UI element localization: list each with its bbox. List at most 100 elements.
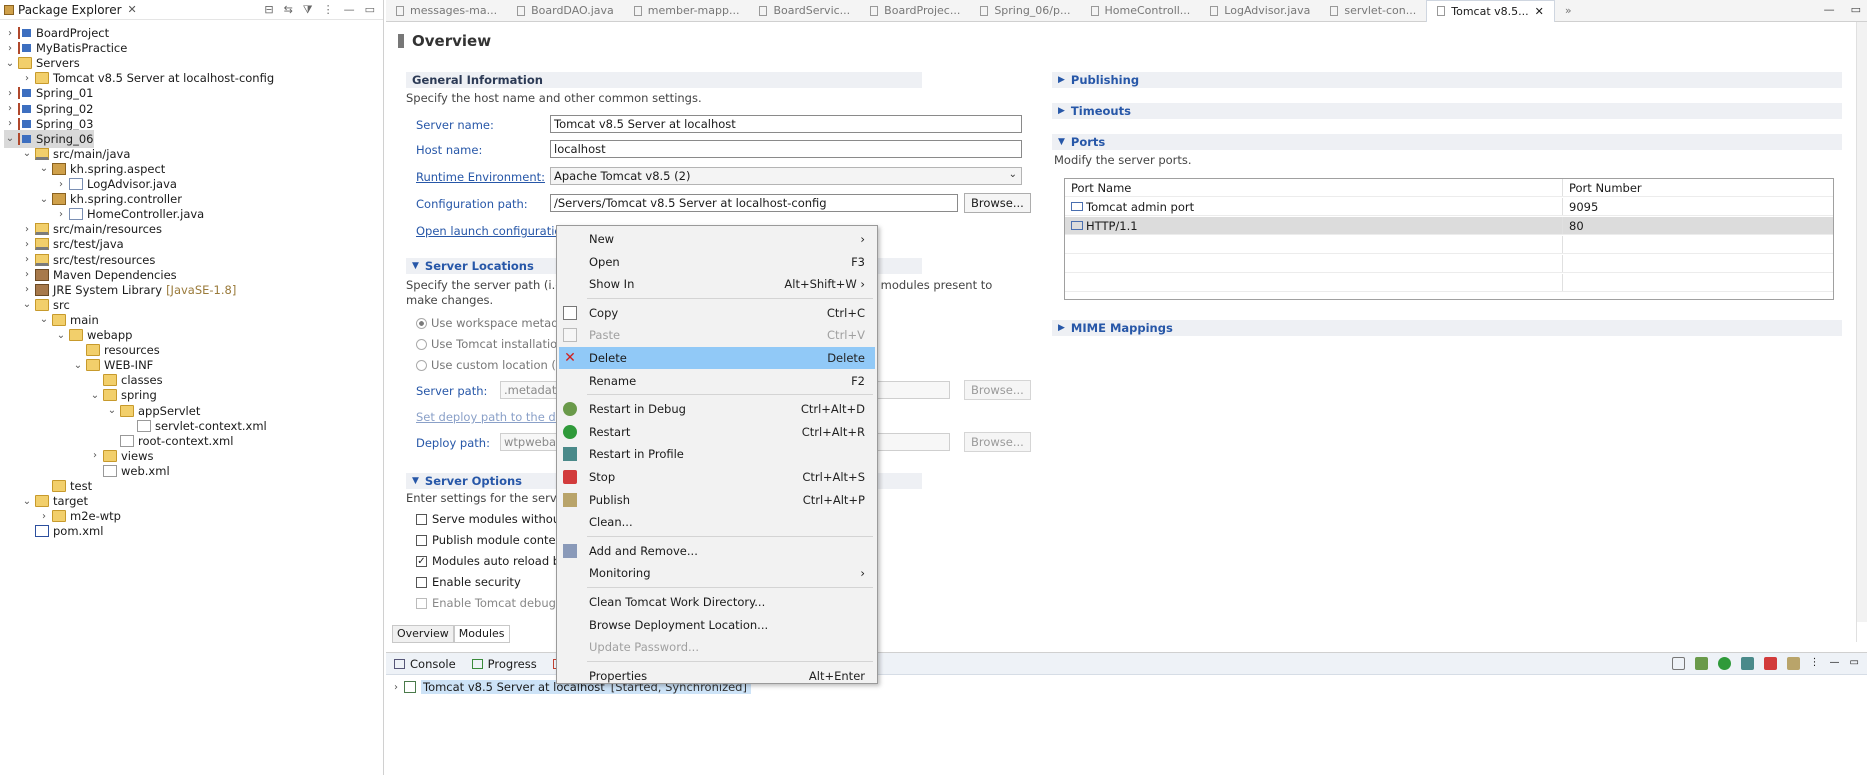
minimize-icon[interactable]: — xyxy=(344,3,355,17)
minimize-icon[interactable]: — xyxy=(1830,657,1840,670)
runtime-environment-select[interactable]: Apache Tomcat v8.5 (2) ⌄ xyxy=(550,167,1022,185)
tab-overview[interactable]: Overview xyxy=(392,625,454,643)
tab-console[interactable]: Console xyxy=(386,657,464,671)
expand-icon[interactable]: › xyxy=(89,450,101,461)
menu-item-delete[interactable]: ✕ Delete Delete xyxy=(559,347,875,369)
expand-icon[interactable]: › xyxy=(4,28,16,39)
collapse-icon[interactable]: ⌄ xyxy=(21,148,33,159)
table-row[interactable]: HTTP/1.1 80 xyxy=(1065,217,1833,235)
menu-item-publish[interactable]: Publish Ctrl+Alt+P xyxy=(559,489,875,511)
expand-icon[interactable]: › xyxy=(21,269,33,280)
collapse-icon[interactable]: ⌄ xyxy=(38,194,50,205)
view-menu-icon[interactable]: ⋮ xyxy=(323,3,334,17)
collapse-icon[interactable]: ⌄ xyxy=(4,133,16,144)
set-deploy-path-link[interactable]: Set deploy path to the de xyxy=(416,410,563,424)
enable-tomcat-debug-checkbox[interactable]: Enable Tomcat debug xyxy=(416,596,556,610)
open-launch-configuration-link[interactable]: Open launch configuratio xyxy=(416,224,561,238)
editor-scrollbar[interactable] xyxy=(1857,22,1867,622)
menu-item-update-password[interactable]: Update Password... xyxy=(559,636,875,658)
server-name-field[interactable]: Tomcat v8.5 Server at localhost xyxy=(550,115,1022,133)
collapse-icon[interactable]: ⌄ xyxy=(38,163,50,174)
expand-icon[interactable]: › xyxy=(4,88,16,99)
menu-item-copy[interactable]: Copy Ctrl+C xyxy=(559,302,875,324)
stop-icon[interactable] xyxy=(1763,657,1777,670)
column-header-port-name[interactable]: Port Name xyxy=(1065,179,1563,196)
tab-progress[interactable]: Progress xyxy=(464,657,545,671)
enable-security-checkbox[interactable]: Enable security xyxy=(416,575,521,589)
expand-icon[interactable]: › xyxy=(55,209,67,220)
configuration-browse-button[interactable]: Browse... xyxy=(964,193,1031,213)
collapse-icon[interactable]: ⌄ xyxy=(4,58,16,69)
menu-item-monitoring[interactable]: Monitoring › xyxy=(559,562,875,584)
link-with-editor-icon[interactable]: ⇆ xyxy=(284,3,293,17)
menu-item-paste[interactable]: Paste Ctrl+V xyxy=(559,324,875,346)
configuration-path-field[interactable]: /Servers/Tomcat v8.5 Server at localhost… xyxy=(550,194,958,212)
menu-item-add-and-remove[interactable]: Add and Remove... xyxy=(559,540,875,562)
editor-tab[interactable]: messages-ma... xyxy=(386,0,507,22)
tree-item[interactable]: pom.xml xyxy=(21,522,103,540)
expand-icon[interactable]: › xyxy=(21,254,33,265)
menu-item-show-in[interactable]: Show In Alt+Shift+W › xyxy=(559,273,875,295)
editor-tab[interactable]: BoardDAO.java xyxy=(507,0,624,22)
tree-item[interactable]: web.xml xyxy=(89,462,170,480)
menu-item-stop[interactable]: Stop Ctrl+Alt+S xyxy=(559,466,875,488)
expand-icon[interactable]: › xyxy=(4,118,16,129)
filter-icon[interactable]: ⧩ xyxy=(303,3,313,17)
collapse-icon[interactable]: ⌄ xyxy=(38,314,50,325)
menu-item-rename[interactable]: Rename F2 xyxy=(559,370,875,392)
expand-icon[interactable]: › xyxy=(394,682,398,693)
editor-tab[interactable]: Spring_06/p... xyxy=(970,0,1080,22)
publish-module-contexts-checkbox[interactable]: Publish module contex xyxy=(416,533,562,547)
collapse-icon[interactable]: ⌄ xyxy=(72,360,84,371)
collapse-icon[interactable]: ⌄ xyxy=(89,390,101,401)
host-name-field[interactable]: localhost xyxy=(550,140,1022,158)
menu-item-properties[interactable]: Properties Alt+Enter xyxy=(559,665,875,687)
publish-icon[interactable] xyxy=(1786,657,1800,670)
runtime-environment-link[interactable]: Runtime Environment: xyxy=(416,170,545,184)
expand-icon[interactable]: › xyxy=(21,73,33,84)
editor-tab[interactable]: HomeControll... xyxy=(1081,0,1201,22)
collapse-icon[interactable]: ⌄ xyxy=(21,299,33,310)
expand-icon[interactable]: › xyxy=(21,239,33,250)
menu-item-browse-deployment-location[interactable]: Browse Deployment Location... xyxy=(559,614,875,636)
maximize-icon[interactable]: ▭ xyxy=(1850,657,1859,670)
editor-tab[interactable]: BoardProjec... xyxy=(860,0,970,22)
publishing-section-header[interactable]: ▶ Publishing xyxy=(1052,72,1842,88)
timeouts-section-header[interactable]: ▶ Timeouts xyxy=(1052,103,1842,119)
server-path-browse-button[interactable]: Browse... xyxy=(964,380,1031,400)
expand-icon[interactable]: › xyxy=(21,224,33,235)
expand-icon[interactable]: › xyxy=(4,43,16,54)
collapse-all-icon[interactable] xyxy=(1671,657,1685,670)
mime-mappings-section-header[interactable]: ▶ MIME Mappings xyxy=(1052,320,1842,336)
tab-overflow-button[interactable]: » xyxy=(1555,0,1582,22)
collapse-icon[interactable]: ⌄ xyxy=(21,496,33,507)
editor-tab[interactable]: servlet-con... xyxy=(1320,0,1426,22)
close-view-icon[interactable]: ✕ xyxy=(128,3,137,16)
use-tomcat-installation-radio[interactable]: Use Tomcat installatio xyxy=(416,337,557,351)
use-custom-location-radio[interactable]: Use custom location ( xyxy=(416,358,556,372)
collapse-icon[interactable]: ⌄ xyxy=(55,330,67,341)
tab-modules[interactable]: Modules xyxy=(453,625,510,643)
run-icon[interactable] xyxy=(1717,657,1731,670)
menu-item-clean[interactable]: Clean... xyxy=(559,511,875,533)
maximize-icon[interactable]: ▭ xyxy=(1851,3,1861,16)
menu-item-restart-in-debug[interactable]: Restart in Debug Ctrl+Alt+D xyxy=(559,398,875,420)
menu-item-restart[interactable]: Restart Ctrl+Alt+R xyxy=(559,421,875,443)
view-menu-icon[interactable]: ⋮ xyxy=(1810,657,1820,670)
use-workspace-radio[interactable]: Use workspace metada xyxy=(416,316,566,330)
expand-icon[interactable]: › xyxy=(21,284,33,295)
column-header-port-number[interactable]: Port Number xyxy=(1563,181,1642,195)
minimize-icon[interactable]: — xyxy=(1824,3,1835,16)
table-row[interactable]: Tomcat admin port 9095 xyxy=(1065,198,1833,216)
profile-icon[interactable] xyxy=(1740,657,1754,670)
editor-tab[interactable]: member-mapp... xyxy=(624,0,750,22)
menu-item-new[interactable]: New › xyxy=(559,228,875,250)
menu-item-open[interactable]: Open F3 xyxy=(559,251,875,273)
expand-icon[interactable]: › xyxy=(38,511,50,522)
menu-item-restart-in-profile[interactable]: Restart in Profile xyxy=(559,443,875,465)
collapse-icon[interactable]: ⌄ xyxy=(106,405,118,416)
editor-tab[interactable]: LogAdvisor.java xyxy=(1200,0,1320,22)
expand-icon[interactable]: › xyxy=(4,103,16,114)
serve-modules-checkbox[interactable]: Serve modules without xyxy=(416,512,565,526)
debug-icon[interactable] xyxy=(1694,657,1708,670)
